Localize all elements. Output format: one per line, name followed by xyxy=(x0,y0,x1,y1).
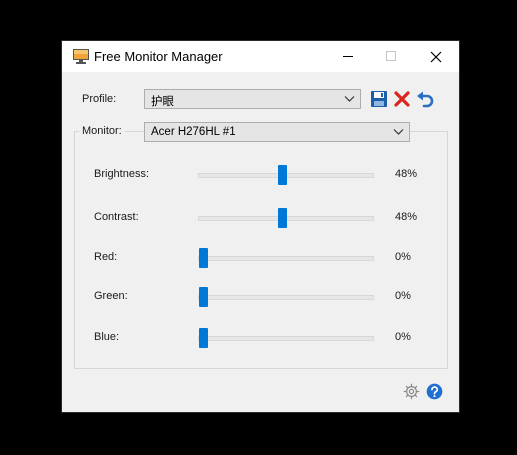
minimize-button[interactable] xyxy=(325,41,371,72)
red-label: Red: xyxy=(94,251,118,263)
gear-icon[interactable] xyxy=(403,383,420,400)
monitor-selected-value: Acer H276HL #1 xyxy=(151,126,236,138)
chevron-down-icon xyxy=(393,129,404,135)
brightness-slider-thumb[interactable] xyxy=(278,165,288,185)
green-label: Green: xyxy=(94,290,128,302)
contrast-slider-thumb[interactable] xyxy=(278,208,288,228)
blue-slider-thumb[interactable] xyxy=(199,328,208,348)
undo-icon[interactable] xyxy=(416,90,434,108)
help-icon[interactable] xyxy=(426,383,443,400)
maximize-button[interactable] xyxy=(368,41,414,72)
title-bar[interactable]: Free Monitor Manager xyxy=(62,41,459,72)
close-button[interactable] xyxy=(413,41,459,72)
contrast-row: Contrast: 48% xyxy=(62,207,459,229)
contrast-value: 48% xyxy=(395,211,418,223)
chevron-down-icon xyxy=(344,96,355,102)
app-window: Free Monitor Manager Profile: 护眼 Monitor… xyxy=(61,40,460,413)
monitor-icon xyxy=(73,49,89,64)
brightness-value: 48% xyxy=(395,168,418,180)
green-value: 0% xyxy=(395,290,411,302)
contrast-label: Contrast: xyxy=(94,211,139,223)
blue-label: Blue: xyxy=(94,331,120,343)
monitor-label: Monitor: xyxy=(79,125,125,137)
profile-selected-value: 护眼 xyxy=(151,96,174,108)
red-value: 0% xyxy=(395,251,411,263)
profile-select[interactable]: 护眼 xyxy=(144,89,361,109)
maximize-icon xyxy=(385,51,396,61)
close-icon xyxy=(430,51,442,62)
green-row: Green: 0% xyxy=(62,286,459,308)
green-slider-thumb[interactable] xyxy=(199,287,208,307)
red-slider-thumb[interactable] xyxy=(199,248,208,268)
brightness-row: Brightness: 48% xyxy=(62,164,459,186)
red-slider[interactable] xyxy=(198,248,374,268)
profile-label: Profile: xyxy=(82,93,117,105)
minimize-icon xyxy=(342,55,353,57)
delete-icon[interactable] xyxy=(393,90,411,108)
brightness-slider[interactable] xyxy=(198,165,374,185)
brightness-label: Brightness: xyxy=(94,168,150,180)
blue-slider[interactable] xyxy=(198,328,374,348)
blue-value: 0% xyxy=(395,331,411,343)
monitor-select[interactable]: Acer H276HL #1 xyxy=(144,122,410,142)
blue-row: Blue: 0% xyxy=(62,327,459,349)
contrast-slider[interactable] xyxy=(198,208,374,228)
green-slider[interactable] xyxy=(198,287,374,307)
save-icon[interactable] xyxy=(370,90,388,108)
red-row: Red: 0% xyxy=(62,247,459,269)
window-title: Free Monitor Manager xyxy=(94,49,223,64)
